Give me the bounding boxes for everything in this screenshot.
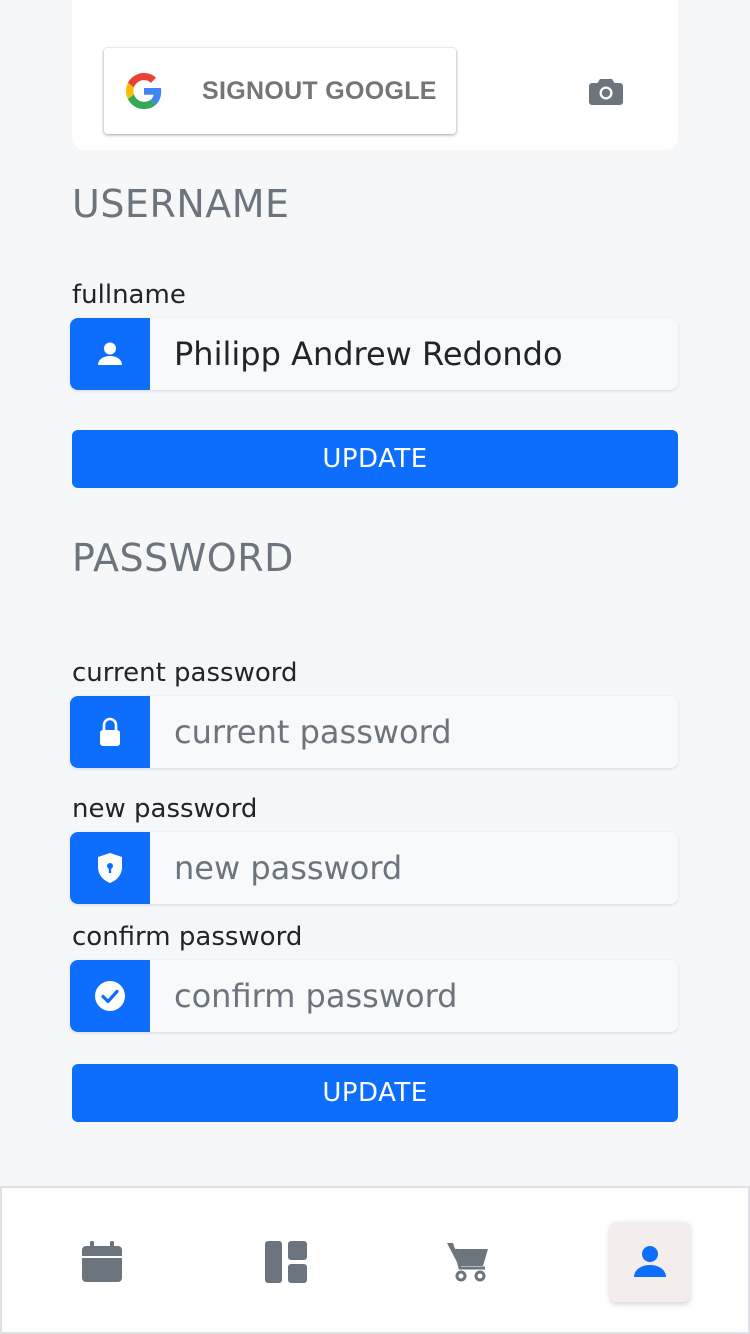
new-password-addon xyxy=(70,832,150,904)
current-password-label: current password xyxy=(72,658,298,688)
confirm-password-input-group xyxy=(70,960,678,1032)
lock-icon xyxy=(100,717,120,746)
password-section-title: PASSWORD xyxy=(72,536,294,580)
cart-icon xyxy=(447,1243,488,1282)
shield-lock-icon xyxy=(98,853,122,883)
update-password-button[interactable]: UPDATE xyxy=(72,1064,678,1122)
username-section-title: USERNAME xyxy=(72,182,290,226)
check-circle-icon xyxy=(95,981,125,1011)
current-password-addon xyxy=(70,696,150,768)
account-card: SIGNOUT GOOGLE xyxy=(72,0,678,150)
calendar-icon xyxy=(82,1241,122,1282)
nav-cart[interactable] xyxy=(428,1222,508,1302)
fullname-label: fullname xyxy=(72,280,186,310)
confirm-password-input[interactable] xyxy=(150,960,678,1032)
person-icon xyxy=(98,342,122,365)
signout-google-label: SIGNOUT GOOGLE xyxy=(202,77,437,105)
confirm-password-addon xyxy=(70,960,150,1032)
google-logo-icon xyxy=(126,73,162,109)
nav-profile[interactable] xyxy=(610,1222,690,1302)
signout-google-button[interactable]: SIGNOUT GOOGLE xyxy=(104,48,456,134)
dashboard-icon xyxy=(265,1241,307,1283)
fullname-input[interactable] xyxy=(150,318,678,390)
new-password-input-group xyxy=(70,832,678,904)
current-password-input[interactable] xyxy=(150,696,678,768)
update-username-button[interactable]: UPDATE xyxy=(72,430,678,488)
fullname-input-group xyxy=(70,318,678,390)
new-password-input[interactable] xyxy=(150,832,678,904)
fullname-addon xyxy=(70,318,150,390)
new-password-label: new password xyxy=(72,794,258,824)
nav-calendar[interactable] xyxy=(62,1222,142,1302)
bottom-navigation xyxy=(0,1186,750,1334)
current-password-input-group xyxy=(70,696,678,768)
nav-dashboard[interactable] xyxy=(246,1222,326,1302)
confirm-password-label: confirm password xyxy=(72,922,303,952)
person-icon xyxy=(634,1246,666,1277)
camera-icon[interactable] xyxy=(588,76,624,106)
profile-settings-page: SIGNOUT GOOGLE USERNAME fullname UPDATE … xyxy=(0,0,750,1334)
